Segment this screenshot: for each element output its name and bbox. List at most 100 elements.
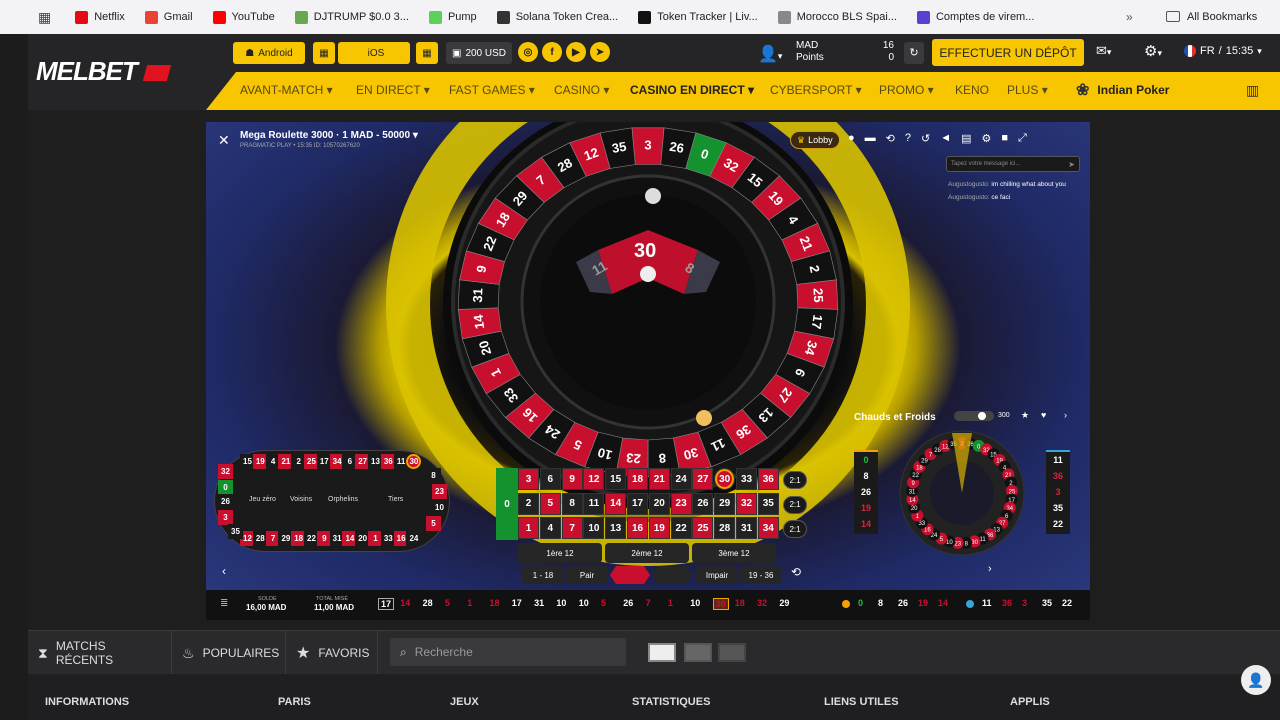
- rotate-icon[interactable]: ↺: [921, 132, 930, 145]
- racetrack-number[interactable]: 0: [218, 480, 233, 495]
- bet-cell[interactable]: 31: [736, 517, 757, 539]
- footer-column-5[interactable]: APPLIS: [1010, 696, 1050, 708]
- instagram-icon[interactable]: ◎: [518, 42, 538, 62]
- nav-item-0[interactable]: AVANT-MATCH ▾: [240, 83, 333, 97]
- bet-cell[interactable]: 23: [670, 492, 692, 515]
- bet-cell[interactable]: 14: [605, 492, 627, 515]
- column-bet[interactable]: 2:1: [783, 495, 807, 514]
- bet-cell[interactable]: 11: [583, 492, 605, 515]
- racetrack-number[interactable]: 26: [218, 494, 233, 509]
- racetrack-number[interactable]: 3: [218, 510, 233, 525]
- nav-item-4[interactable]: CASINO EN DIRECT ▾: [630, 83, 754, 97]
- facebook-icon[interactable]: f: [542, 42, 562, 62]
- bet-cell[interactable]: 18: [627, 468, 648, 490]
- ios-app-button[interactable]: iOS: [338, 42, 410, 64]
- user-menu[interactable]: 👤▾: [758, 44, 782, 64]
- outside-bet[interactable]: Pair: [566, 566, 608, 584]
- support-chat-icon[interactable]: 👤: [1241, 665, 1271, 695]
- footer-column-3[interactable]: STATISTIQUES: [632, 696, 710, 708]
- bookmark-7[interactable]: Morocco BLS Spai...: [777, 10, 897, 24]
- racetrack-number[interactable]: 5: [426, 516, 441, 531]
- messages-icon[interactable]: ✉▾: [1096, 43, 1111, 59]
- racetrack-number[interactable]: 8: [426, 468, 441, 483]
- nav-item-3[interactable]: CASINO ▾: [554, 83, 609, 97]
- bet-cell[interactable]: 32: [736, 492, 757, 515]
- dozen-bet[interactable]: 1ère 12: [518, 543, 602, 563]
- red-bet[interactable]: [610, 566, 650, 584]
- outside-bet[interactable]: 1 - 18: [522, 566, 564, 584]
- repeat-icon[interactable]: ⟲: [791, 565, 801, 579]
- bet-cell[interactable]: 3: [518, 468, 539, 490]
- fullscreen-icon[interactable]: ⤢: [1018, 132, 1027, 145]
- apps-grid-icon[interactable]: ▦: [38, 9, 51, 26]
- racetrack-number[interactable]: 24: [406, 531, 422, 546]
- bet-cell[interactable]: 17: [627, 492, 648, 515]
- bet-cell[interactable]: 9: [561, 468, 583, 490]
- outside-bet[interactable]: 19 - 36: [740, 566, 782, 584]
- android-qr-button[interactable]: ▦: [313, 42, 335, 64]
- tab-popular[interactable]: ♨ POPULAIRES: [172, 631, 286, 675]
- language-selector[interactable]: FR/15:35 ▾: [1184, 45, 1262, 57]
- racetrack-number[interactable]: 32: [218, 464, 233, 479]
- previous-icon[interactable]: ‹: [222, 564, 226, 578]
- nav-item-8[interactable]: PLUS ▾: [1007, 83, 1048, 97]
- footer-column-2[interactable]: JEUX: [450, 696, 479, 708]
- more-bookmarks-icon[interactable]: »: [1126, 10, 1133, 24]
- bet-cell[interactable]: 15: [605, 468, 627, 490]
- layout-single-button[interactable]: [648, 643, 676, 662]
- telegram-icon[interactable]: ➤: [590, 42, 610, 62]
- bookmark-0[interactable]: Netflix: [75, 10, 125, 24]
- history-icon[interactable]: ⟲: [886, 132, 895, 145]
- racetrack-section-1[interactable]: Voisins: [290, 496, 312, 503]
- racetrack-number[interactable]: 35: [228, 524, 243, 539]
- refresh-icon[interactable]: ↻: [904, 42, 924, 64]
- racetrack-section-2[interactable]: Orphelins: [328, 496, 358, 503]
- star-icon[interactable]: ★: [1021, 410, 1029, 421]
- racetrack-section-3[interactable]: Tiers: [388, 496, 403, 503]
- column-bet[interactable]: 2:1: [783, 520, 807, 538]
- bet-cell[interactable]: 13: [605, 517, 627, 539]
- chat-icon[interactable]: ▬: [865, 132, 876, 145]
- dozen-bet[interactable]: 2ème 12: [605, 543, 689, 563]
- bulb-icon[interactable]: ●: [848, 132, 855, 145]
- bet-cell-zero[interactable]: 0: [496, 468, 518, 540]
- nav-item-6[interactable]: PROMO ▾: [879, 83, 934, 97]
- bet-cell[interactable]: 1: [518, 517, 539, 539]
- send-icon[interactable]: ➤: [1068, 160, 1075, 169]
- bet-cell[interactable]: 7: [561, 517, 583, 539]
- bet-cell[interactable]: 33: [736, 468, 757, 490]
- racetrack-number[interactable]: 23: [432, 484, 447, 499]
- bookmark-3[interactable]: DJTRUMP $0.0 3...: [294, 10, 409, 24]
- bet-cell[interactable]: 6: [539, 468, 561, 490]
- bet-cell[interactable]: 10: [583, 517, 605, 539]
- bet-cell[interactable]: 25: [692, 517, 714, 539]
- racetrack-section-0[interactable]: Jeu zéro: [249, 496, 276, 503]
- bet-cell[interactable]: 20: [648, 492, 670, 515]
- mini-wheel-next-icon[interactable]: ›: [988, 563, 992, 575]
- bet-cell[interactable]: 5: [539, 492, 561, 515]
- ios-qr-button[interactable]: ▦: [416, 42, 438, 64]
- hot-cold-toggle[interactable]: [954, 411, 994, 421]
- bookmark-6[interactable]: Token Tracker | Liv...: [638, 10, 758, 24]
- bet-cell[interactable]: 16: [627, 517, 648, 539]
- settings-icon[interactable]: ⚙▾: [1144, 42, 1162, 60]
- bet-cell[interactable]: 19: [648, 517, 670, 539]
- bonus-button[interactable]: ▣ 200 USD: [446, 42, 512, 64]
- video-icon[interactable]: ■: [1001, 132, 1008, 145]
- bet-cell[interactable]: 35: [757, 492, 779, 515]
- bookmark-5[interactable]: Solana Token Crea...: [496, 10, 618, 24]
- footer-column-0[interactable]: INFORMATIONS: [45, 696, 129, 708]
- bet-cell[interactable]: 21: [648, 468, 670, 490]
- racetrack-number[interactable]: 10: [432, 500, 447, 515]
- bet-cell[interactable]: 8: [561, 492, 583, 515]
- bet-cell[interactable]: 29: [714, 492, 736, 515]
- nav-item-5[interactable]: CYBERSPORT ▾: [770, 83, 862, 97]
- youtube-social-icon[interactable]: ▶: [566, 42, 586, 62]
- footer-column-4[interactable]: LIENS UTILES: [824, 696, 899, 708]
- nav-item-1[interactable]: EN DIRECT ▾: [356, 83, 430, 97]
- settings-icon[interactable]: ⚙: [982, 132, 992, 145]
- layout-grid-button[interactable]: [718, 643, 746, 662]
- bookmark-2[interactable]: YouTube: [212, 10, 275, 24]
- stats-icon[interactable]: ▤: [961, 132, 971, 145]
- dozen-bet[interactable]: 3ème 12: [692, 543, 776, 563]
